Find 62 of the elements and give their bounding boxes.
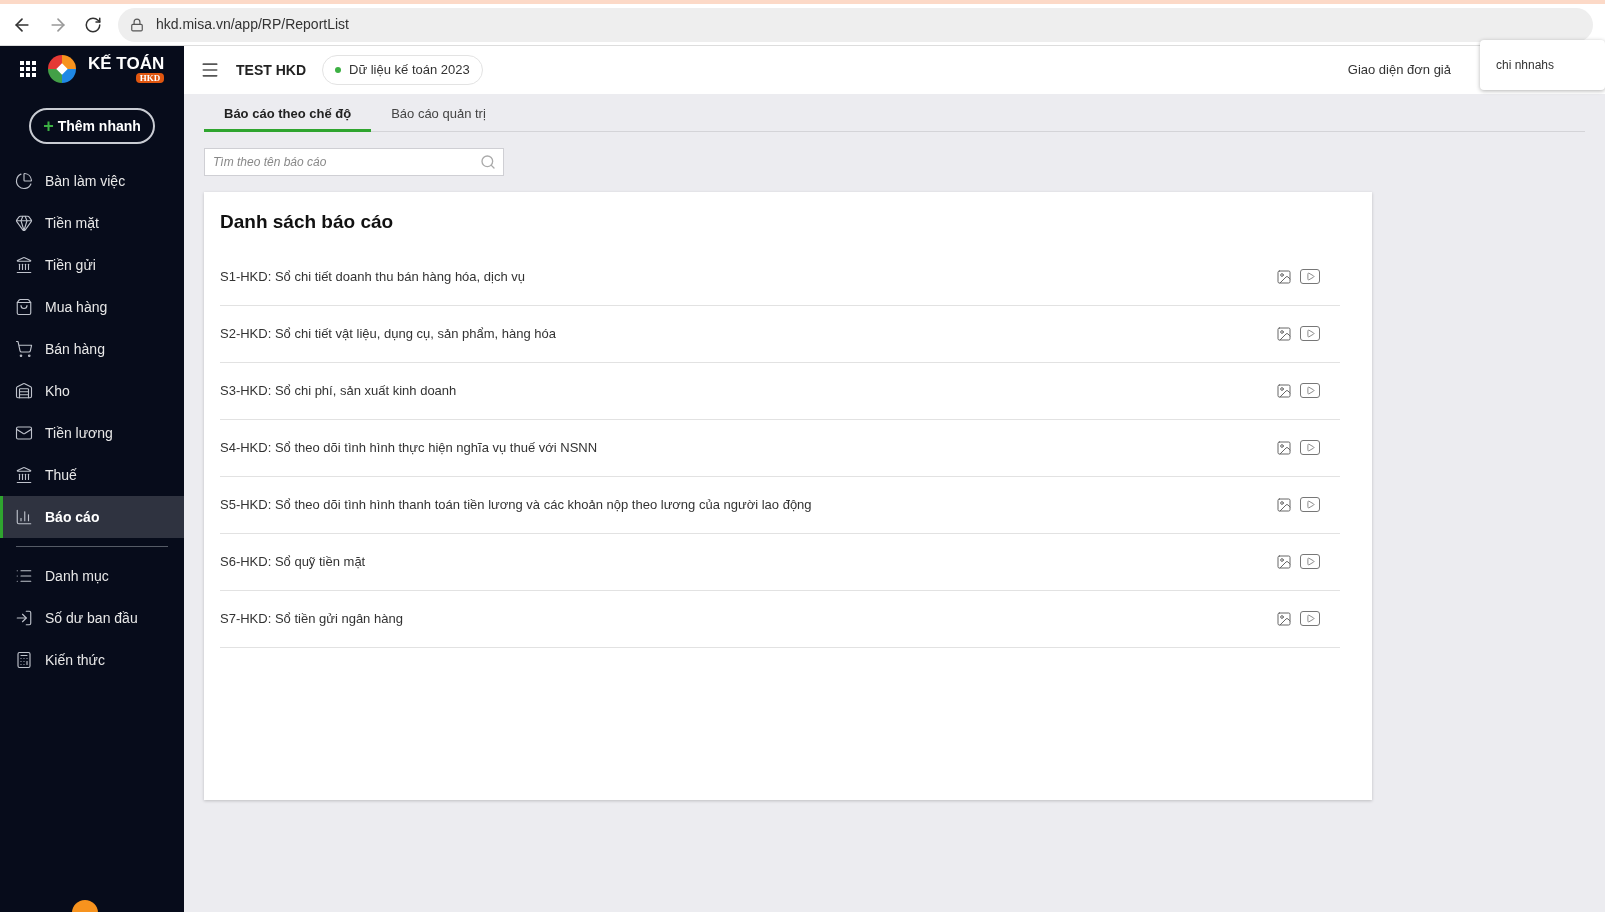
sidebar-item[interactable]: Tiền mặt <box>0 202 184 244</box>
image-icon[interactable] <box>1276 325 1292 342</box>
image-icon[interactable] <box>1276 553 1292 570</box>
company-name: TEST HKD <box>236 60 306 80</box>
tab[interactable]: Báo cáo theo chế độ <box>204 98 372 132</box>
logo-icon <box>48 55 76 83</box>
image-icon[interactable] <box>1276 496 1292 513</box>
play-icon[interactable] <box>1300 269 1320 284</box>
report-link[interactable]: S6-HKD: Sổ quỹ tiền mặt <box>220 551 1276 572</box>
bank-icon <box>15 466 33 484</box>
report-link[interactable]: S3-HKD: Sổ chi phí, sản xuất kinh doanh <box>220 380 1276 401</box>
url-text: hkd.misa.vn/app/RP/ReportList <box>156 15 349 34</box>
envelope-icon <box>15 424 33 442</box>
sidebar-item[interactable]: Báo cáo <box>0 496 184 538</box>
reload-icon[interactable] <box>84 15 102 34</box>
logo-badge: HKD <box>135 73 165 83</box>
report-link[interactable]: S2-HKD: Sổ chi tiết vật liệu, dụng cụ, sản phẩm, hàng hóa <box>220 323 1276 344</box>
sidebar-item[interactable]: Tiền lương <box>0 412 184 454</box>
enter-icon <box>15 609 33 627</box>
cart-icon <box>15 340 33 358</box>
report-link[interactable]: S1-HKD: Sổ chi tiết doanh thu bán hàng hóa, dịch vụ <box>220 266 1276 287</box>
play-icon[interactable] <box>1300 611 1320 626</box>
menu-icon[interactable] <box>200 60 220 80</box>
image-icon[interactable] <box>1276 382 1292 399</box>
sidebar-item[interactable]: Kiến thức <box>0 639 184 681</box>
sidebar-item[interactable]: Số dư ban đầu <box>0 597 184 639</box>
bar-chart-icon <box>15 508 33 526</box>
image-icon[interactable] <box>1276 268 1292 285</box>
search-icon <box>480 154 496 170</box>
card-title: Danh sách báo cáo <box>220 210 395 234</box>
bank-icon <box>15 256 33 274</box>
sidebar-item[interactable]: Bàn làm việc <box>0 160 184 202</box>
lock-icon <box>130 17 144 32</box>
logo-title: KẾ TOÁN <box>88 55 165 73</box>
sidebar-item[interactable]: Tiền gửi <box>0 244 184 286</box>
apps-grid-icon[interactable] <box>20 61 36 77</box>
tab[interactable]: Báo cáo quản trị <box>371 98 506 132</box>
image-icon[interactable] <box>1276 439 1292 456</box>
play-icon[interactable] <box>1300 440 1320 455</box>
pie-chart-icon <box>15 172 33 190</box>
report-link[interactable]: S7-HKD: Sổ tiền gửi ngân hàng <box>220 608 1276 629</box>
warehouse-icon <box>15 382 33 400</box>
sidebar-item[interactable]: Danh mục <box>0 555 184 597</box>
sidebar-item[interactable]: Thuế <box>0 454 184 496</box>
sidebar-item[interactable]: Kho <box>0 370 184 412</box>
play-icon[interactable] <box>1300 554 1320 569</box>
bag-icon <box>15 298 33 316</box>
sidebar-item[interactable]: Mua hàng <box>0 286 184 328</box>
sidebar-item[interactable]: Bán hàng <box>0 328 184 370</box>
search-field[interactable]: Tìm theo tên báo cáo <box>204 148 504 176</box>
report-link[interactable]: S5-HKD: Sổ theo dõi tình hình thanh toán tiền lương và các khoản nộp theo lương của người lao động <box>220 494 1276 515</box>
list-icon <box>15 567 33 585</box>
address-bar[interactable]: hkd.misa.vn/app/RP/ReportList <box>118 7 1593 42</box>
report-link[interactable]: S4-HKD: Sổ theo dõi tình hình thực hiện nghĩa vụ thuế với NSNN <box>220 437 1276 458</box>
play-icon[interactable] <box>1300 383 1320 398</box>
branch-option[interactable]: chi nhnahs <box>1496 56 1555 74</box>
calculator-icon <box>15 651 33 669</box>
image-icon[interactable] <box>1276 610 1292 627</box>
quick-add-button[interactable]: + Thêm nhanh <box>29 108 155 144</box>
play-icon[interactable] <box>1300 326 1320 341</box>
view-mode-text[interactable]: Giao diện đơn giả <box>1347 60 1451 80</box>
play-icon[interactable] <box>1300 497 1320 512</box>
